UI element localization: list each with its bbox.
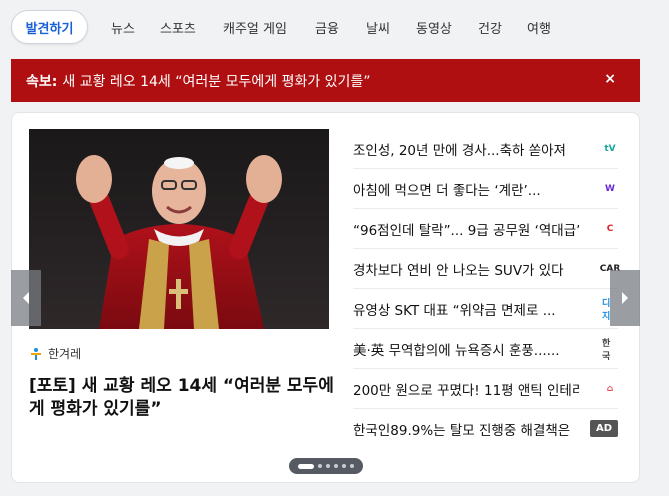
breaking-text: 새 교황 레오 14세 “여러분 모두에게 평화가 있기를” [62, 73, 371, 90]
tab-finance[interactable]: 금융 [315, 18, 339, 37]
list-item[interactable]: 조인성, 20년 만에 경사...축하 쏟아져 tV [353, 129, 618, 169]
pager-dot[interactable] [350, 464, 354, 468]
breaking-prefix: 속보: [26, 73, 58, 90]
ad-badge: AD [590, 420, 618, 437]
article-title: 美·英 무역합의에 뉴욕증시 훈풍...... [353, 342, 560, 359]
tab-news[interactable]: 뉴스 [111, 18, 135, 37]
article-title: 유영상 SKT 대표 “위약금 면제로 ... [353, 302, 556, 319]
tab-sports[interactable]: 스포츠 [160, 18, 196, 37]
chevron-right-icon [622, 292, 628, 304]
pager-dot[interactable] [342, 464, 346, 468]
news-card: 한겨레 [포토] 새 교황 레오 14세 “여러분 모두에게 평화가 있기를” … [11, 112, 640, 483]
tab-discover[interactable]: 발견하기 [11, 10, 88, 44]
list-item[interactable]: 경차보다 연비 안 나오는 SUV가 있다 CAR [353, 249, 620, 289]
list-item[interactable]: “96점인데 탈락”... 9급 공무원 ‘역대급’ C [353, 209, 618, 249]
list-item[interactable]: 한국인89.9%는 탈모 진행중 해결책은 AD [353, 409, 618, 449]
pager-dot[interactable] [326, 464, 330, 468]
hani-logo-icon [31, 347, 41, 360]
tab-travel[interactable]: 여행 [527, 18, 551, 37]
home-icon: ⌂ [606, 384, 614, 394]
article-title: 한국인89.9%는 탈모 진행중 해결책은 [353, 423, 571, 439]
tab-health[interactable]: 건강 [478, 18, 502, 37]
tab-weather[interactable]: 날씨 [366, 18, 390, 37]
article-title: 200만 원으로 꾸몄다! 11평 앤틱 인테리어 [353, 382, 579, 399]
article-title: 아침에 먹으면 더 좋다는 ‘계란’... [353, 182, 541, 199]
feature-source[interactable]: 한겨레 [29, 345, 81, 362]
c-icon: C [606, 224, 614, 234]
tab-casual-games[interactable]: 캐주얼 게임 [223, 18, 287, 37]
list-item[interactable]: 200만 원으로 꾸몄다! 11평 앤틱 인테리어 ⌂ [353, 369, 618, 409]
top-nav: 발견하기 뉴스 스포츠 캐주얼 게임 금융 날씨 동영상 건강 여행 [0, 0, 669, 52]
tab-video[interactable]: 동영상 [416, 18, 452, 37]
pager-dot[interactable] [298, 463, 314, 469]
carousel-prev-button[interactable] [11, 270, 41, 326]
article-title: 경차보다 연비 안 나오는 SUV가 있다 [353, 262, 564, 279]
list-item[interactable]: 유영상 SKT 대표 “위약금 면제로 ... 디지 [353, 289, 618, 329]
feature-headline[interactable]: [포토] 새 교황 레오 14세 “여러분 모두에게 평화가 있기를” [29, 375, 334, 421]
carousel-pager[interactable] [289, 458, 363, 474]
pager-dot[interactable] [318, 464, 322, 468]
hk-icon: 한국 [602, 339, 611, 362]
tv-icon: tV [604, 144, 616, 154]
article-title: 조인성, 20년 만에 경사...축하 쏟아져 [353, 142, 566, 159]
chevron-left-icon [23, 292, 29, 304]
w-icon: W [605, 184, 615, 194]
pope-photo-illustration [29, 129, 329, 329]
list-item[interactable]: 美·英 무역합의에 뉴욕증시 훈풍...... 한국 [353, 329, 618, 369]
list-item[interactable]: 아침에 먹으면 더 좋다는 ‘계란’... W [353, 169, 618, 209]
breaking-news-banner[interactable]: 속보: 새 교황 레오 14세 “여러분 모두에게 평화가 있기를” × [11, 59, 640, 102]
article-list: 조인성, 20년 만에 경사...축하 쏟아져 tV 아침에 먹으면 더 좋다는 ‘… [353, 129, 620, 449]
close-icon[interactable]: × [604, 71, 616, 87]
article-title: “96점인데 탈락”... 9급 공무원 ‘역대급’ [353, 222, 579, 239]
feature-source-name: 한겨레 [48, 347, 82, 361]
carousel-next-button[interactable] [610, 270, 640, 326]
pager-dot[interactable] [334, 464, 338, 468]
feature-photo[interactable] [29, 129, 329, 329]
